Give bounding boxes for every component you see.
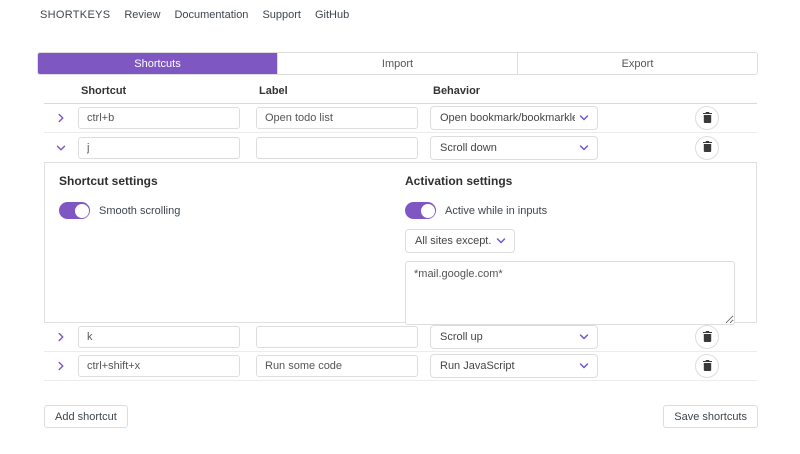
header-label: Label xyxy=(259,85,288,97)
sites-textarea[interactable]: *mail.google.com* xyxy=(405,261,735,325)
chevron-down-icon xyxy=(496,238,506,245)
header-shortcut: Shortcut xyxy=(81,85,127,97)
behavior-select[interactable]: Run JavaScript xyxy=(430,354,598,378)
table-row: Scroll up xyxy=(44,323,757,352)
delete-shortcut-button[interactable] xyxy=(695,325,719,349)
trash-icon xyxy=(702,111,712,126)
behavior-select[interactable]: Scroll up xyxy=(430,325,598,349)
save-shortcuts-button[interactable]: Save shortcuts xyxy=(663,405,758,428)
smooth-scrolling-toggle[interactable] xyxy=(59,202,90,219)
tab-export[interactable]: Export xyxy=(517,53,757,74)
table-row: Run JavaScript xyxy=(44,352,757,381)
trash-icon xyxy=(702,140,712,155)
table-row: Open bookmark/bookmarklet in cu xyxy=(44,104,757,133)
delete-shortcut-button[interactable] xyxy=(695,354,719,378)
behavior-select[interactable]: Open bookmark/bookmarklet in cu xyxy=(430,106,598,130)
nav-link-review[interactable]: Review xyxy=(124,9,160,21)
chevron-right-icon[interactable] xyxy=(56,113,66,123)
chevron-down-icon xyxy=(579,334,589,341)
table-row: Scroll down xyxy=(44,133,757,162)
chevron-right-icon[interactable] xyxy=(56,361,66,371)
active-while-in-inputs-toggle[interactable] xyxy=(405,202,436,219)
active-while-in-inputs-label: Active while in inputs xyxy=(445,204,548,217)
trash-icon xyxy=(702,359,712,374)
chevron-down-icon xyxy=(579,363,589,370)
nav-link-support[interactable]: Support xyxy=(262,9,301,21)
smooth-scrolling-label: Smooth scrolling xyxy=(99,204,181,217)
footer-actions: Add shortcut Save shortcuts xyxy=(44,405,758,428)
table-header: Shortcut Label Behavior xyxy=(44,85,757,104)
brand-title: SHORTKEYS xyxy=(40,9,111,21)
activation-settings-title: Activation settings xyxy=(405,174,513,188)
shortcut-settings-panel: Shortcut settings Smooth scrolling Activ… xyxy=(44,162,757,325)
shortcut-input[interactable] xyxy=(78,355,240,377)
nav-link-github[interactable]: GitHub xyxy=(315,9,349,21)
shortcut-settings-title: Shortcut settings xyxy=(59,174,158,188)
nav-link-documentation[interactable]: Documentation xyxy=(174,9,248,21)
shortcut-input[interactable] xyxy=(78,136,240,159)
label-input[interactable] xyxy=(256,355,418,377)
header-behavior: Behavior xyxy=(433,85,481,97)
chevron-down-icon[interactable] xyxy=(56,143,66,153)
chevron-down-icon xyxy=(579,115,589,122)
trash-icon xyxy=(702,330,712,345)
label-input[interactable] xyxy=(256,326,418,348)
chevron-down-icon xyxy=(579,144,589,151)
delete-shortcut-button[interactable] xyxy=(695,106,719,130)
label-input[interactable] xyxy=(256,107,418,129)
sites-scope-select[interactable]: All sites except... xyxy=(405,229,515,253)
top-nav: SHORTKEYS Review Documentation Support G… xyxy=(0,0,800,21)
tab-import[interactable]: Import xyxy=(277,53,517,74)
delete-shortcut-button[interactable] xyxy=(695,135,719,160)
shortcut-input[interactable] xyxy=(78,107,240,129)
tab-shortcuts[interactable]: Shortcuts xyxy=(38,53,277,74)
chevron-right-icon[interactable] xyxy=(56,332,66,342)
label-input[interactable] xyxy=(256,136,418,159)
add-shortcut-button[interactable]: Add shortcut xyxy=(44,405,128,428)
shortcut-input[interactable] xyxy=(78,326,240,348)
behavior-select[interactable]: Scroll down xyxy=(430,135,598,160)
shortcuts-table: Shortcut Label Behavior Open bookmark/bo… xyxy=(44,85,757,381)
tab-bar: Shortcuts Import Export xyxy=(37,52,758,75)
